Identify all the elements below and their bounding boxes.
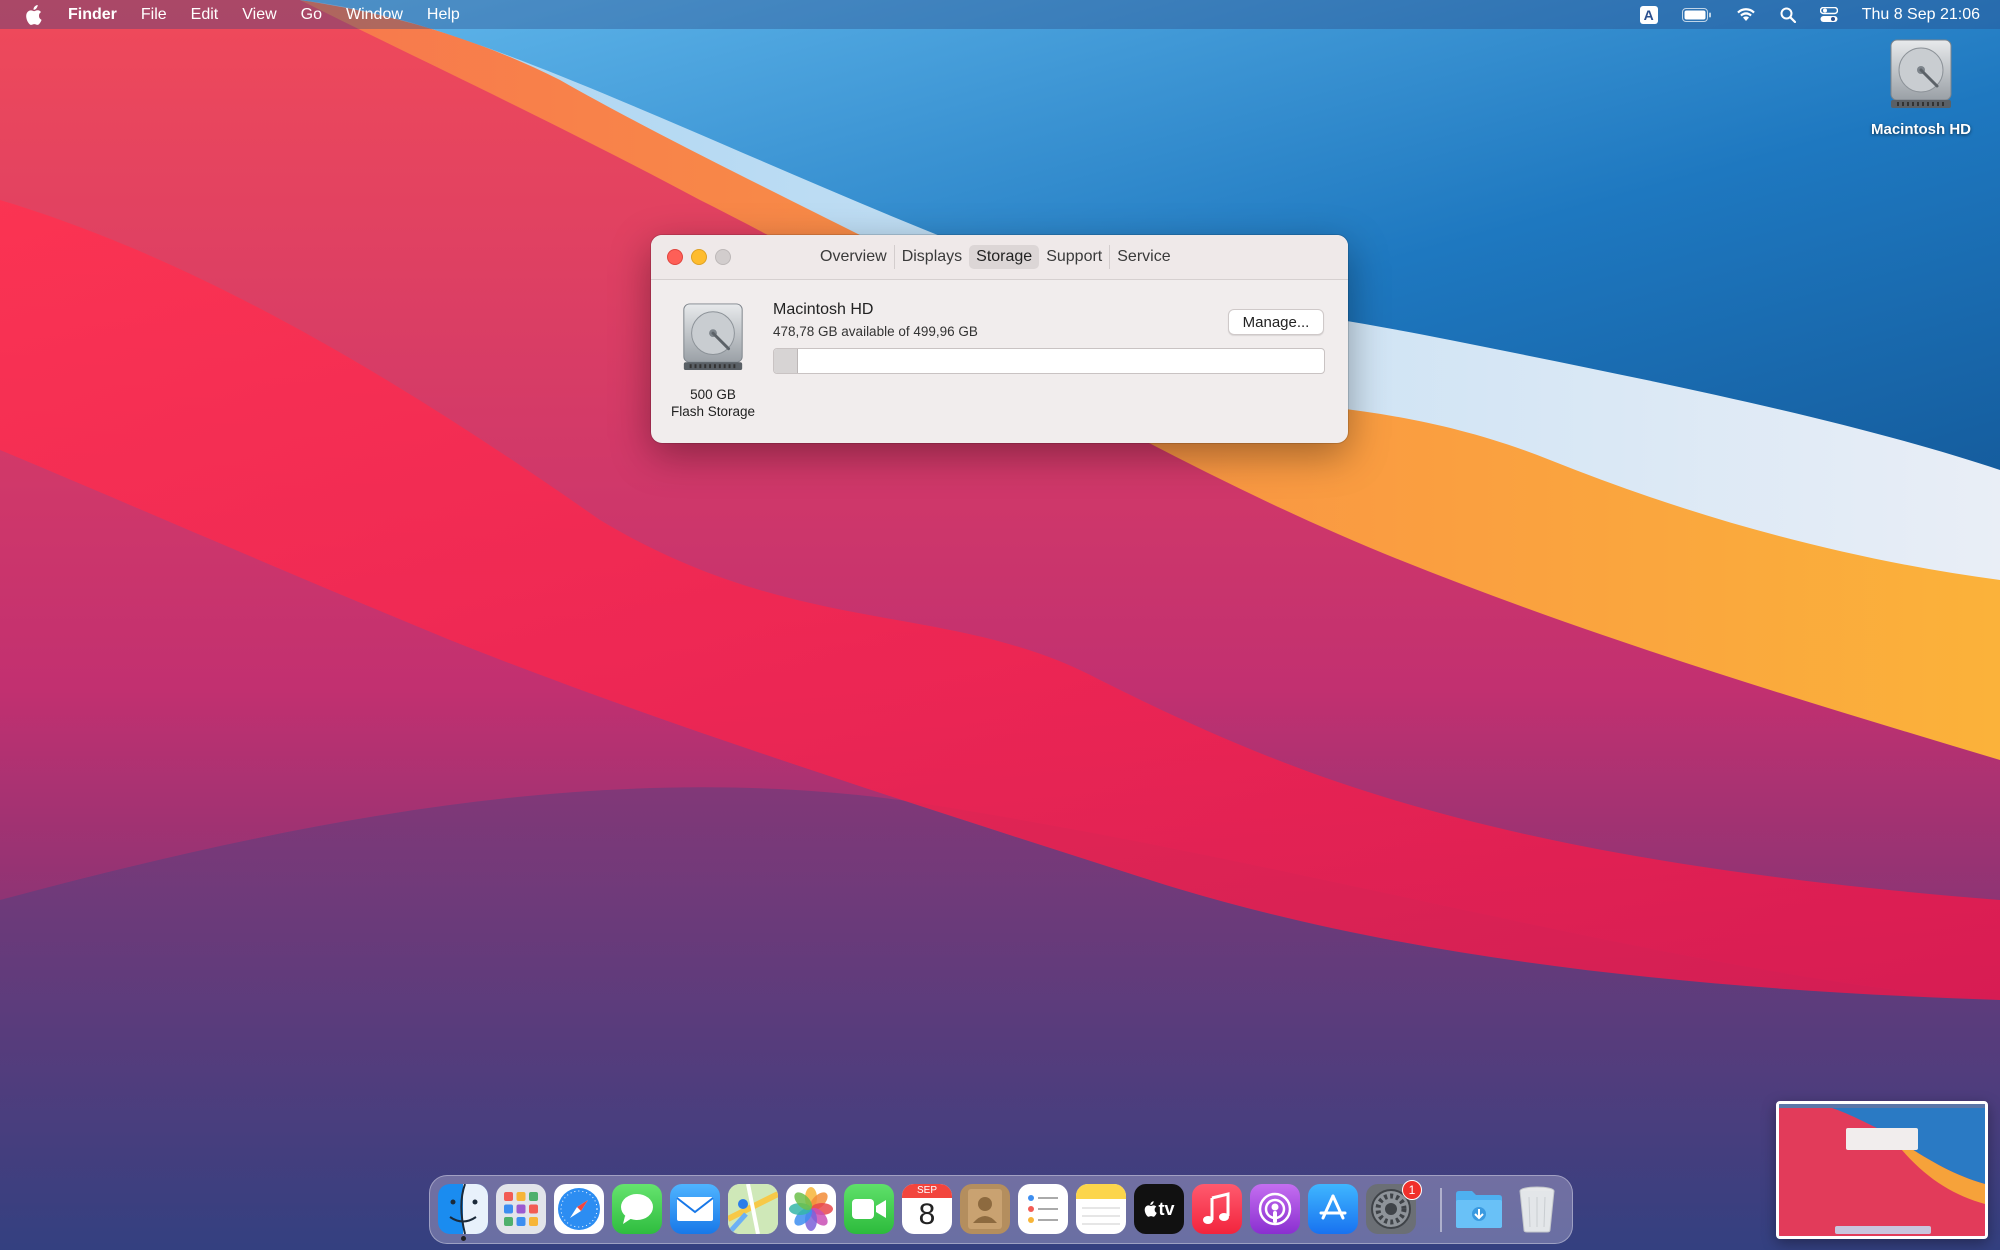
finder-running-indicator [461, 1236, 466, 1241]
finder-icon [438, 1184, 488, 1234]
contacts-icon [968, 1189, 1002, 1229]
dock-launchpad[interactable] [496, 1184, 546, 1234]
tab-overview[interactable]: Overview [813, 245, 894, 269]
manage-storage-button[interactable]: Manage... [1228, 309, 1324, 335]
trash-icon [1519, 1186, 1555, 1233]
calendar-month: SEP [902, 1184, 952, 1198]
tab-service[interactable]: Service [1109, 245, 1177, 269]
dock-finder[interactable] [438, 1184, 488, 1234]
battery-icon[interactable] [1681, 7, 1712, 22]
hard-drive-icon [683, 303, 743, 371]
tab-storage[interactable]: Storage [969, 245, 1040, 269]
messages-icon [621, 1194, 653, 1224]
dock-safari[interactable] [554, 1184, 604, 1234]
tab-support[interactable]: Support [1039, 245, 1109, 269]
launchpad-icon [504, 1192, 538, 1226]
drive-capacity: 500 GB [690, 387, 736, 402]
screenshot-thumbnail[interactable] [1776, 1101, 1988, 1239]
system-preferences-badge: 1 [1402, 1180, 1422, 1200]
calendar-day: 8 [918, 1198, 936, 1231]
about-this-mac-window: Overview Displays Storage Support Servic… [651, 235, 1348, 443]
control-center-icon[interactable] [1819, 6, 1838, 23]
menu-edit[interactable]: Edit [179, 0, 231, 29]
zoom-window-button [715, 249, 731, 265]
dock: SEP 8 tv 1 [429, 1175, 1573, 1244]
app-store-icon [1319, 1194, 1347, 1220]
music-icon [1203, 1192, 1230, 1224]
dock-contacts[interactable] [960, 1184, 1010, 1234]
minimize-window-button[interactable] [691, 249, 707, 265]
screenshot-preview [1779, 1104, 1985, 1236]
dock-podcasts[interactable] [1250, 1184, 1300, 1234]
facetime-icon [852, 1199, 886, 1219]
desktop-wallpaper [0, 0, 2000, 1250]
tab-displays[interactable]: Displays [893, 245, 969, 269]
menu-view[interactable]: View [230, 0, 288, 29]
menu-go[interactable]: Go [289, 0, 334, 29]
dock-app-store[interactable] [1308, 1184, 1358, 1234]
volume-name: Macintosh HD [773, 301, 874, 318]
dock-tv[interactable]: tv [1134, 1184, 1184, 1234]
photos-icon [789, 1187, 833, 1231]
dock-notes[interactable] [1076, 1184, 1126, 1234]
desktop-icon-label: Macintosh HD [1870, 121, 1971, 138]
dock-reminders[interactable] [1018, 1184, 1068, 1234]
desktop-icon-macintosh-hd[interactable]: Macintosh HD [1860, 38, 1982, 138]
menu-app-finder[interactable]: Finder [56, 0, 129, 29]
tv-label: tv [1158, 1198, 1175, 1219]
menu-help[interactable]: Help [415, 0, 472, 29]
notes-icon [1076, 1184, 1126, 1225]
menu-window[interactable]: Window [334, 0, 415, 29]
storage-used-segment [774, 349, 799, 373]
wifi-icon[interactable] [1736, 7, 1756, 22]
dock-trash[interactable] [1512, 1184, 1562, 1234]
window-title-bar[interactable]: Overview Displays Storage Support Servic… [651, 235, 1348, 280]
dock-messages[interactable] [612, 1184, 662, 1234]
dock-music[interactable] [1192, 1184, 1242, 1234]
safari-icon [558, 1188, 600, 1230]
dock-mail[interactable] [670, 1184, 720, 1234]
input-source-icon[interactable]: A [1639, 5, 1658, 24]
drive-type: Flash Storage [670, 404, 756, 419]
apple-menu-icon[interactable] [24, 4, 44, 25]
spotlight-search-icon[interactable] [1780, 7, 1796, 23]
menu-bar: Finder File Edit View Go Window Help A T… [0, 0, 2000, 29]
close-window-button[interactable] [667, 249, 683, 265]
menu-file[interactable]: File [129, 0, 179, 29]
storage-usage-bar [773, 348, 1325, 374]
dock-photos[interactable] [786, 1184, 836, 1234]
input-source-label: A [1639, 5, 1658, 24]
dock-separator [1440, 1188, 1442, 1232]
podcasts-icon [1258, 1192, 1292, 1226]
dock-downloads-folder[interactable] [1454, 1184, 1504, 1234]
maps-icon [728, 1184, 778, 1234]
drive-description: 500 GB Flash Storage [661, 386, 765, 420]
dock-calendar[interactable]: SEP 8 [902, 1184, 952, 1234]
apple-icon [1143, 1201, 1158, 1217]
hard-drive-icon [1890, 39, 1952, 108]
dock-facetime[interactable] [844, 1184, 894, 1234]
tab-bar: Overview Displays Storage Support Servic… [813, 244, 1178, 270]
dock-maps[interactable] [728, 1184, 778, 1234]
reminders-icon [1028, 1195, 1058, 1223]
volume-availability: 478,78 GB available of 499,96 GB [773, 324, 978, 339]
menu-bar-clock[interactable]: Thu 8 Sep 21:06 [1862, 6, 1980, 24]
downloads-folder-icon [1456, 1191, 1502, 1228]
mail-icon [676, 1197, 714, 1221]
